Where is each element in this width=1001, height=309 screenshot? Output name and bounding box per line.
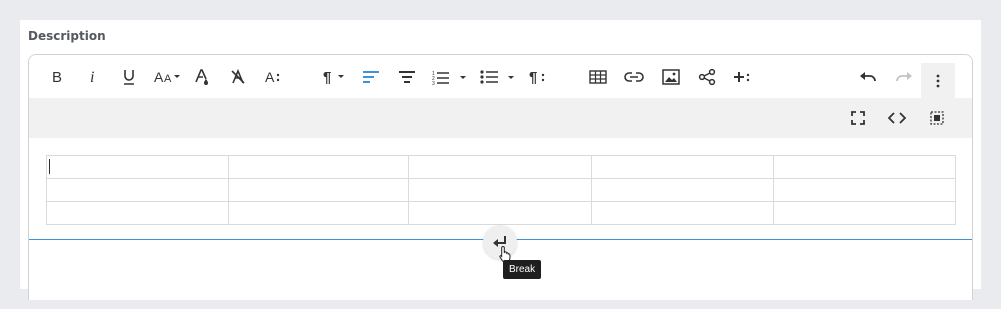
vertical-dots-icon — [936, 74, 940, 88]
more-insert-button[interactable] — [730, 64, 756, 90]
svg-text:¶: ¶ — [323, 69, 331, 85]
italic-button[interactable]: i — [80, 64, 106, 90]
code-view-button[interactable] — [884, 105, 910, 131]
table-row — [46, 155, 956, 179]
more-insert-icon — [734, 72, 750, 82]
undo-icon — [860, 72, 876, 82]
align-center-icon — [399, 71, 415, 83]
table-cell[interactable] — [228, 201, 409, 225]
align-left-icon — [363, 71, 379, 83]
paragraph-format-button[interactable]: ¶ — [320, 64, 350, 90]
select-all-button[interactable] — [924, 105, 950, 131]
svg-text:A: A — [154, 69, 164, 85]
table-cell[interactable] — [773, 178, 956, 202]
share-icon — [698, 68, 716, 86]
table-cell[interactable] — [408, 178, 592, 202]
underline-icon — [124, 70, 134, 85]
link-icon — [624, 72, 644, 82]
description-panel: Description B i AA A ¶ 1 2 3 ¶ Break — [20, 20, 981, 300]
table-cell[interactable] — [591, 178, 774, 202]
text-caret — [49, 159, 50, 174]
svg-text:¶: ¶ — [529, 69, 537, 85]
redo-icon — [896, 72, 912, 82]
content-table[interactable] — [46, 155, 956, 225]
share-button[interactable] — [694, 64, 720, 90]
svg-text:A: A — [265, 69, 275, 85]
undo-button[interactable] — [855, 64, 881, 90]
svg-text:i: i — [90, 69, 94, 85]
description-label: Description — [28, 29, 106, 43]
table-cell[interactable] — [408, 155, 592, 179]
code-icon — [888, 112, 906, 124]
italic-icon: i — [90, 69, 94, 85]
svg-text:3: 3 — [432, 81, 435, 85]
text-color-button[interactable] — [189, 64, 215, 90]
table-row — [46, 178, 956, 202]
rich-text-editor[interactable]: B i AA A ¶ 1 2 3 ¶ Break — [28, 54, 973, 300]
align-left-button[interactable] — [358, 64, 384, 90]
redo-button[interactable] — [891, 64, 917, 90]
table-cell[interactable] — [773, 201, 956, 225]
table-row — [46, 201, 956, 225]
insert-image-button[interactable] — [658, 64, 684, 90]
svg-text:A: A — [164, 73, 172, 85]
table-icon — [589, 70, 607, 84]
table-cell[interactable] — [591, 155, 774, 179]
image-icon — [662, 69, 680, 85]
table-cell[interactable] — [773, 155, 956, 179]
clear-format-button[interactable] — [225, 64, 251, 90]
bold-icon: B — [52, 69, 62, 85]
insert-table-button[interactable] — [585, 64, 611, 90]
table-cell[interactable] — [408, 201, 592, 225]
bold-button[interactable]: B — [44, 64, 70, 90]
clear-format-icon — [231, 68, 245, 84]
more-text-icon: A — [265, 69, 280, 85]
more-text-button[interactable]: A — [261, 64, 287, 90]
break-tooltip: Break — [503, 260, 542, 279]
table-cell[interactable] — [46, 155, 229, 179]
table-cell[interactable] — [591, 201, 774, 225]
unordered-list-icon — [480, 70, 514, 84]
table-cell[interactable] — [228, 155, 409, 179]
more-paragraph-icon: ¶ — [529, 69, 545, 85]
fullscreen-button[interactable] — [845, 105, 871, 131]
table-cell[interactable] — [46, 201, 229, 225]
font-size-button[interactable]: AA — [151, 64, 185, 90]
text-color-icon — [195, 69, 208, 85]
secondary-toolbar — [29, 98, 972, 138]
fullscreen-icon — [851, 111, 865, 125]
ordered-list-button[interactable]: 123 — [430, 64, 470, 90]
font-size-icon: AA — [154, 69, 180, 85]
more-misc-button[interactable] — [925, 68, 951, 94]
svg-text:B: B — [52, 69, 62, 85]
table-cell[interactable] — [228, 178, 409, 202]
table-cell[interactable] — [46, 178, 229, 202]
align-center-button[interactable] — [394, 64, 420, 90]
pilcrow-icon: ¶ — [323, 69, 344, 85]
ordered-list-icon: 123 — [432, 71, 466, 85]
insert-link-button[interactable] — [621, 64, 647, 90]
select-all-icon — [930, 111, 944, 125]
underline-button[interactable] — [116, 64, 142, 90]
more-paragraph-button[interactable]: ¶ — [525, 64, 551, 90]
editor-toolbar: B i AA A ¶ 1 2 3 ¶ — [29, 55, 972, 98]
unordered-list-button[interactable] — [478, 64, 518, 90]
